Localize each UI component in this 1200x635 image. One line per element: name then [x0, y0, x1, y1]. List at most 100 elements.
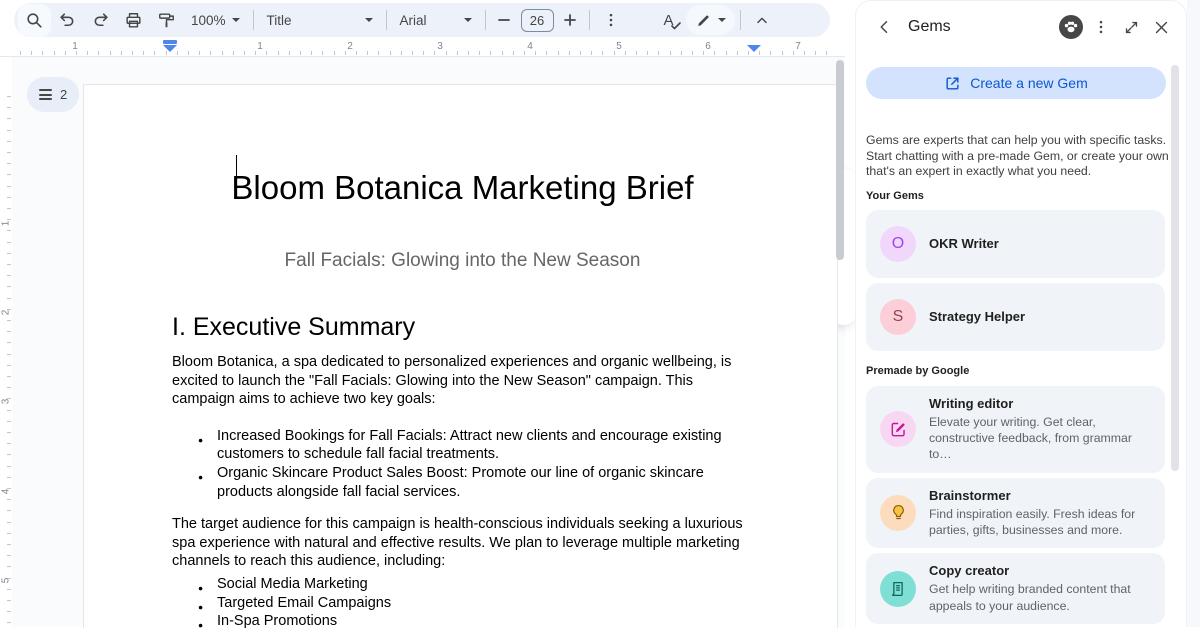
list-item[interactable]: Organic Skincare Product Sales Boost: Pr…: [217, 464, 753, 501]
list-item[interactable]: Social Media Marketing: [217, 575, 753, 594]
print-icon: [124, 11, 143, 30]
chevron-down-icon: [464, 18, 472, 22]
panel-more-options-button[interactable]: [1086, 12, 1116, 42]
list-item[interactable]: In-Spa Promotions: [217, 612, 753, 631]
zoom-value: 100%: [191, 13, 226, 28]
bullet-list: Increased Bookings for Fall Facials: Att…: [172, 427, 753, 501]
font-size-value: 26: [530, 13, 544, 28]
editing-mode-selector[interactable]: [686, 5, 735, 35]
gem-letter-avatar: S: [880, 299, 916, 335]
font-size-input[interactable]: 26: [521, 9, 554, 32]
gem-description: Get help writing branded content that ap…: [929, 581, 1153, 614]
spelling-suggestions-button[interactable]: A: [652, 4, 686, 37]
create-new-gem-label: Create a new Gem: [970, 75, 1088, 91]
document-page[interactable]: Bloom Botanica Marketing Brief Fall Faci…: [83, 84, 838, 628]
panel-scrollbar[interactable]: [1171, 65, 1179, 471]
gem-letter-avatar: O: [880, 226, 916, 262]
gem-card-writing-editor[interactable]: Writing editor Elevate your writing. Get…: [866, 386, 1165, 473]
list-item[interactable]: Increased Bookings for Fall Facials: Att…: [217, 427, 753, 464]
search-button[interactable]: [18, 4, 51, 37]
gem-description: Elevate your writing. Get clear, constru…: [929, 414, 1153, 463]
gem-name: Brainstormer: [929, 488, 1153, 504]
gem-avatar: [880, 571, 916, 607]
window-background: [1187, 0, 1200, 627]
outline-badge: 2: [60, 87, 67, 102]
print-button[interactable]: [117, 4, 150, 37]
account-avatar[interactable]: [1056, 12, 1086, 42]
document-icon: [889, 580, 907, 598]
redo-icon: [91, 11, 110, 30]
your-gems-label: Your Gems: [866, 190, 1176, 202]
font-family-selector[interactable]: Arial: [392, 4, 480, 37]
decrease-font-size-button[interactable]: [491, 4, 518, 37]
list-item[interactable]: Targeted Email Campaigns: [217, 594, 753, 613]
paint-format-button[interactable]: [150, 4, 183, 37]
close-icon: [1153, 19, 1170, 36]
chevron-down-icon: [232, 18, 240, 22]
check-icon: [671, 22, 681, 30]
document-subtitle[interactable]: Fall Facials: Glowing into the New Seaso…: [172, 250, 753, 272]
increase-font-size-button[interactable]: [557, 4, 584, 37]
toolbar-divider: [485, 10, 486, 30]
outline-list-icon: [39, 89, 52, 100]
toolbar-divider: [386, 10, 387, 30]
search-icon: [25, 11, 44, 30]
gems-panel: Gems Create a new Gem Gems are experts t…: [855, 0, 1187, 627]
paragraph[interactable]: The target audience for this campaign is…: [172, 515, 753, 571]
expand-panel-button[interactable]: [1116, 12, 1146, 42]
gem-card-okr-writer[interactable]: O OKR Writer: [866, 210, 1165, 278]
close-panel-button[interactable]: [1146, 12, 1176, 42]
gem-card-copy-creator[interactable]: Copy creator Get help writing branded co…: [866, 553, 1165, 624]
font-value: Arial: [400, 13, 427, 28]
section-heading[interactable]: I. Executive Summary: [172, 313, 753, 342]
open-in-new-icon: [944, 75, 961, 92]
zoom-selector[interactable]: 100%: [183, 4, 248, 37]
pen-icon: [695, 12, 712, 29]
undo-button[interactable]: [51, 4, 84, 37]
paragraph[interactable]: Bloom Botanica, a spa dedicated to perso…: [172, 353, 753, 409]
gem-name: OKR Writer: [929, 236, 999, 252]
toolbar-divider: [589, 10, 590, 30]
create-new-gem-button[interactable]: Create a new Gem: [866, 67, 1166, 99]
gem-name: Copy creator: [929, 563, 1153, 579]
more-options-button[interactable]: [595, 4, 628, 37]
undo-icon: [58, 11, 77, 30]
first-line-indent-marker[interactable]: [163, 40, 177, 44]
document-title[interactable]: Bloom Botanica Marketing Brief: [231, 169, 693, 207]
document-scrollbar[interactable]: [836, 60, 844, 260]
gem-avatar: [880, 411, 916, 447]
horizontal-ruler: 11234567: [0, 40, 845, 57]
toolbar-divider: [253, 10, 254, 30]
collapse-toolbar-button[interactable]: [746, 4, 779, 37]
gem-card-strategy-helper[interactable]: S Strategy Helper: [866, 283, 1165, 351]
document-outline-button[interactable]: 2: [27, 77, 79, 112]
style-value: Title: [267, 13, 292, 28]
lightbulb-icon: [889, 503, 908, 522]
redo-button[interactable]: [84, 4, 117, 37]
gem-name: Strategy Helper: [929, 309, 1025, 325]
gems-panel-header: Gems: [856, 1, 1186, 53]
back-chevron-icon: [876, 18, 894, 36]
chevron-down-icon: [718, 18, 726, 22]
chevron-up-icon: [754, 12, 770, 28]
more-vert-icon: [602, 11, 620, 29]
bullet-list: Social Media Marketing Targeted Email Ca…: [172, 575, 753, 631]
chevron-down-icon: [365, 18, 373, 22]
minus-icon: [497, 13, 511, 27]
paint-format-icon: [157, 11, 176, 30]
paw-avatar-icon: [1058, 14, 1084, 40]
more-vert-icon: [1092, 18, 1110, 36]
your-gems-list: O OKR Writer S Strategy Helper: [866, 210, 1165, 351]
toolbar-divider: [740, 10, 741, 30]
gem-avatar: [880, 495, 916, 531]
premade-gems-list: Writing editor Elevate your writing. Get…: [866, 386, 1165, 627]
docs-toolbar: 100% Title Arial 26 A: [14, 3, 830, 37]
gems-description: Gems are experts that can help you with …: [866, 133, 1176, 180]
gem-description: Find inspiration easily. Fresh ideas for…: [929, 506, 1153, 539]
edit-square-icon: [889, 420, 908, 439]
panel-title: Gems: [908, 18, 951, 36]
gem-card-brainstormer[interactable]: Brainstormer Find inspiration easily. Fr…: [866, 478, 1165, 549]
premade-by-google-label: Premade by Google: [866, 365, 1176, 377]
paragraph-style-selector[interactable]: Title: [259, 4, 381, 37]
back-button[interactable]: [870, 12, 900, 42]
